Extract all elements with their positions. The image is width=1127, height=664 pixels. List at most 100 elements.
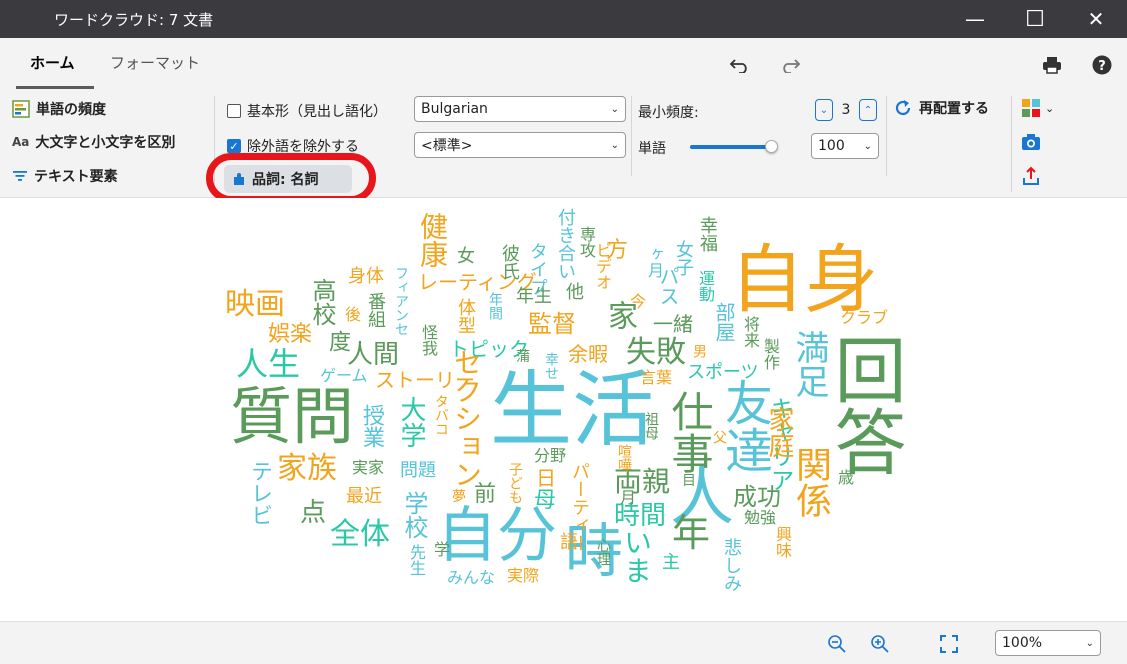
word[interactable]: 番組 (365, 292, 386, 328)
word[interactable]: 女子 (673, 240, 694, 276)
word[interactable]: ゲーム (320, 368, 368, 384)
word[interactable]: いま (620, 528, 653, 584)
zoom-in-button[interactable] (868, 632, 892, 656)
color-scheme-button[interactable]: ⌄ (1021, 98, 1054, 118)
word[interactable]: 蒲 (516, 350, 530, 364)
words-slider-thumb[interactable] (765, 140, 778, 153)
word[interactable]: 度 (325, 330, 350, 352)
word[interactable]: 製作 (761, 338, 780, 370)
word[interactable]: 喧嘩 (616, 444, 632, 472)
word[interactable]: 問題 (400, 462, 436, 480)
word[interactable]: 付き合い (555, 208, 576, 280)
help-button[interactable]: ? (1089, 52, 1115, 78)
word[interactable]: テレビ (247, 460, 272, 526)
word[interactable]: 生活 (490, 370, 654, 452)
word[interactable]: 目 (682, 474, 696, 488)
word[interactable]: 自身 (730, 243, 878, 317)
word[interactable]: 仕事 (665, 390, 714, 474)
words-count-select[interactable]: 100 ⌄ (811, 133, 879, 159)
word[interactable]: 質問 (230, 386, 354, 448)
word[interactable]: 家庭 (764, 406, 794, 458)
fit-to-window-button[interactable] (937, 632, 961, 656)
zoom-select[interactable]: 100% ⌄ (995, 630, 1101, 656)
word[interactable]: 授業 (359, 404, 384, 448)
word[interactable]: 実際 (507, 568, 539, 584)
word[interactable]: 関係 (790, 446, 831, 518)
snapshot-button[interactable] (1021, 133, 1041, 155)
zoom-out-button[interactable] (825, 632, 849, 656)
word[interactable]: 失敗 (626, 338, 686, 368)
word[interactable]: 後 (342, 306, 361, 322)
increment-button[interactable]: ⌃ (859, 99, 877, 121)
redo-button[interactable] (777, 52, 803, 78)
text-elements-option[interactable]: テキスト要素 (12, 166, 118, 186)
word[interactable]: 悲しみ (721, 538, 742, 592)
word[interactable]: 語 (560, 534, 578, 552)
word[interactable]: 幸福 (697, 216, 718, 252)
word[interactable]: 女 (454, 246, 475, 264)
word[interactable]: 余暇 (568, 344, 608, 364)
word[interactable]: タイプ (527, 242, 548, 296)
word[interactable]: 映画 (225, 290, 285, 320)
word-frequency-option[interactable]: 単語の頻度 (12, 99, 106, 119)
stopword-list-select[interactable]: <標準> ⌄ (414, 132, 626, 158)
minimize-button[interactable]: — (945, 0, 1005, 38)
word[interactable]: 分野 (534, 448, 566, 464)
word[interactable]: 最近 (346, 488, 382, 506)
word[interactable]: 運動 (696, 270, 715, 302)
min-frequency-value[interactable]: 3 (837, 102, 855, 118)
word[interactable]: 高校 (308, 278, 336, 326)
case-sensitive-option[interactable]: Aa 大文字と小文字を区別 (12, 132, 175, 152)
close-button[interactable]: ✕ (1066, 0, 1126, 38)
word[interactable]: 年間 (487, 292, 503, 320)
word[interactable]: 健康 (416, 212, 449, 268)
word[interactable]: 部屋 (712, 302, 736, 342)
word[interactable]: クラブ (840, 310, 888, 326)
maximize-button[interactable]: ☐ (1005, 0, 1065, 38)
print-button[interactable] (1039, 52, 1065, 78)
language-select[interactable]: Bulgarian ⌄ (414, 96, 626, 122)
word[interactable]: 年 (672, 514, 710, 552)
word[interactable]: 将来 (741, 316, 760, 348)
word[interactable]: フィアンセ (393, 266, 409, 336)
word[interactable]: 専攻 (577, 226, 596, 258)
word[interactable]: 日 (536, 468, 556, 488)
word[interactable]: 満足 (789, 330, 829, 398)
word[interactable]: 娯楽 (268, 324, 312, 346)
word[interactable]: 全体 (330, 520, 390, 550)
word[interactable]: ストーリー (375, 370, 475, 390)
word[interactable]: 回答 (822, 333, 906, 477)
tab-home[interactable]: ホーム (30, 52, 75, 73)
word[interactable]: 前 (474, 484, 496, 506)
word[interactable]: 夢 (452, 490, 466, 504)
word[interactable]: 男 (691, 344, 707, 358)
word[interactable]: 監督 (528, 312, 576, 336)
word[interactable]: 身体 (348, 268, 384, 286)
word[interactable]: 今 (630, 294, 646, 310)
word[interactable]: 実家 (352, 460, 384, 476)
word[interactable]: ビデオ (593, 242, 612, 290)
rearrange-button[interactable]: 再配置する (893, 98, 989, 118)
word[interactable]: ヶ月 (645, 246, 664, 278)
word[interactable]: 母 (534, 490, 556, 512)
word[interactable]: タバコ (433, 394, 449, 436)
word[interactable]: 学 (434, 542, 450, 558)
word[interactable]: 学校 (400, 491, 428, 539)
word[interactable]: 興味 (773, 526, 792, 558)
word[interactable]: 友達 (716, 378, 772, 474)
word[interactable]: 祖母 (643, 412, 659, 440)
decrement-button[interactable]: ⌄ (815, 99, 833, 121)
word[interactable]: 父 (711, 430, 727, 444)
word[interactable]: 自分 (437, 506, 557, 566)
word[interactable]: 勉強 (744, 510, 776, 526)
word[interactable]: 幸せ (543, 352, 559, 380)
word[interactable]: 点 (300, 500, 326, 526)
words-slider-track[interactable] (690, 145, 772, 149)
word[interactable]: 月 (620, 490, 636, 506)
undo-button[interactable] (727, 52, 753, 78)
word[interactable]: 一緒 (653, 314, 693, 334)
word[interactable]: 先生 (407, 544, 426, 576)
word[interactable]: 主 (662, 554, 680, 572)
word[interactable]: 家族 (277, 454, 337, 484)
word[interactable]: みんな (447, 570, 495, 586)
